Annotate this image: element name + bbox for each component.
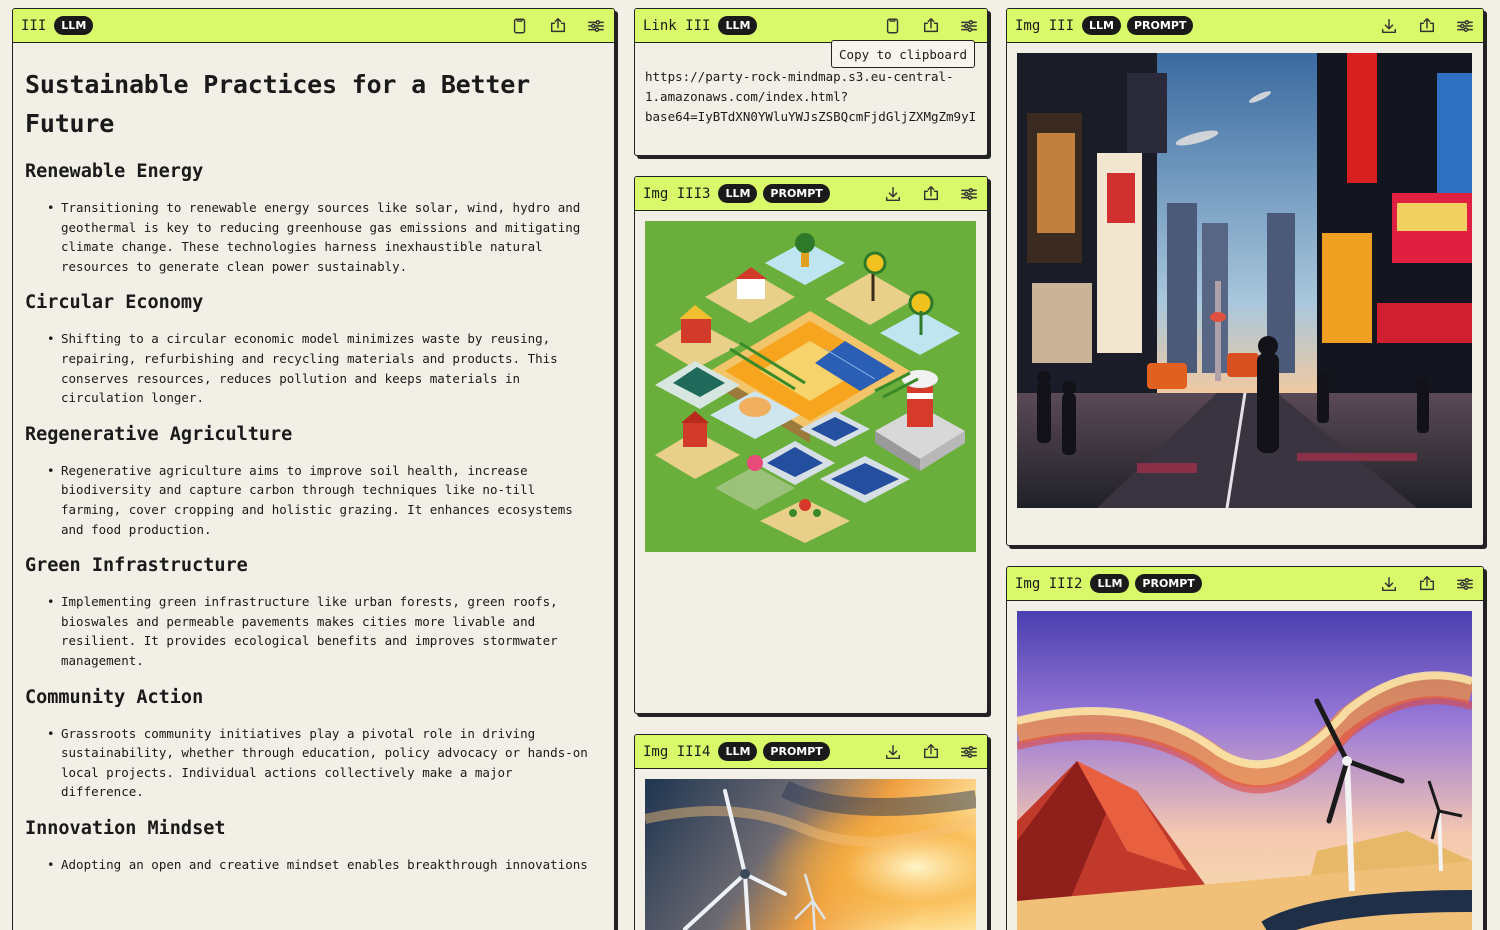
- section-heading: Innovation Mindset: [25, 817, 226, 839]
- list-item: Implementing green infrastructure like u…: [25, 592, 602, 670]
- llm-badge[interactable]: LLM: [1090, 574, 1130, 593]
- wind-turbine-sunset-image: [645, 779, 976, 930]
- section-heading: Renewable Energy: [25, 161, 204, 182]
- text-line: geothermal is key to reducing greenhouse…: [61, 219, 581, 235]
- panel-title: Link III: [643, 17, 711, 34]
- section-heading: Green Infrastructure: [25, 555, 248, 577]
- settings-sliders-icon[interactable]: [959, 16, 979, 36]
- prompt-badge[interactable]: PROMPT: [1135, 574, 1202, 593]
- section-list: Grassroots community initiatives play a …: [25, 724, 602, 802]
- export-icon[interactable]: [921, 742, 941, 762]
- text-line: biodiversity and capture carbon through …: [61, 482, 536, 498]
- prompt-badge[interactable]: PROMPT: [763, 742, 830, 761]
- section-heading: Regenerative Agriculture: [25, 423, 293, 445]
- text-line: management.: [61, 652, 144, 668]
- section-list: Shifting to a circular economic model mi…: [25, 329, 602, 407]
- link-panel: Link III LLM https://party-rock-mindmap.…: [634, 8, 988, 156]
- llm-badge[interactable]: LLM: [1082, 16, 1121, 35]
- text-line: bioswales and permeable pavements makes …: [61, 613, 536, 629]
- panel-header: Img III4 LLM PROMPT: [635, 735, 987, 769]
- section-list: Transitioning to renewable energy source…: [25, 198, 602, 276]
- text-line: Adopting an open and creative mindset en…: [61, 856, 588, 872]
- image-panel-iii3: Img III3 LLM PROMPT: [634, 176, 988, 714]
- llm-badge[interactable]: LLM: [718, 16, 758, 35]
- image-panel-iii4: Img III4 LLM PROMPT: [634, 734, 988, 930]
- link-line: https://party-rock-mindmap.s3.eu-central…: [645, 69, 954, 84]
- text-line: local projects. Individual actions colle…: [61, 764, 513, 780]
- llm-badge[interactable]: LLM: [718, 184, 758, 203]
- settings-sliders-icon[interactable]: [959, 184, 979, 204]
- isometric-sustainability-image: [645, 221, 976, 552]
- prompt-badge[interactable]: PROMPT: [1126, 16, 1194, 35]
- settings-sliders-icon[interactable]: [586, 16, 606, 36]
- section-list: Implementing green infrastructure like u…: [25, 592, 602, 670]
- image-panel-iii: Img III LLM PROMPT: [1006, 8, 1484, 546]
- text-line: difference.: [61, 784, 144, 800]
- text-line: Regenerative agriculture aims to improve…: [61, 462, 528, 478]
- section-heading: Community Action: [25, 686, 204, 708]
- panel-header: Link III LLM: [635, 9, 987, 43]
- panel-title: III: [21, 17, 47, 34]
- download-icon[interactable]: [1379, 16, 1399, 36]
- text-line: Grassroots community initiatives play a …: [61, 725, 536, 741]
- export-icon[interactable]: [921, 16, 941, 36]
- link-line: base64=IyBTdXN0YWluYWJsZSBQcmFjdGljZXMgZ…: [645, 109, 977, 124]
- settings-sliders-icon[interactable]: [1455, 16, 1475, 36]
- panel-title: Img III3: [643, 185, 711, 202]
- panel-header: III LLM: [13, 9, 614, 43]
- futuristic-city-image: [1017, 53, 1472, 508]
- text-line: sustainability, whether through educatio…: [61, 745, 588, 761]
- panel-header: Img III3 LLM PROMPT: [635, 177, 987, 211]
- text-line: farming, cover cropping and holistic gra…: [61, 501, 573, 517]
- text-output-panel: III LLM Sustainable Practices for a Bett…: [12, 8, 615, 930]
- list-item: Transitioning to renewable energy source…: [25, 198, 602, 276]
- copy-icon[interactable]: [883, 16, 903, 36]
- panel-title: Img III4: [643, 743, 711, 760]
- export-icon[interactable]: [921, 184, 941, 204]
- copy-icon[interactable]: [510, 16, 530, 36]
- text-line: Transitioning to renewable energy source…: [61, 200, 581, 215]
- download-icon[interactable]: [1379, 574, 1399, 594]
- text-line: Shifting to a circular economic model mi…: [61, 331, 551, 347]
- list-item: Shifting to a circular economic model mi…: [25, 329, 602, 407]
- text-line: Implementing green infrastructure like u…: [61, 594, 558, 610]
- section-list: Regenerative agriculture aims to improve…: [25, 461, 602, 539]
- panel-title: Img III2: [1015, 575, 1083, 592]
- panel-title: Img III: [1015, 17, 1075, 34]
- text-line: climate change. These technologies harne…: [61, 239, 543, 255]
- download-icon[interactable]: [883, 184, 903, 204]
- export-icon[interactable]: [548, 16, 568, 36]
- document-heading: Sustainable Practices for a Better Futur…: [25, 70, 530, 138]
- copy-tooltip: Copy to clipboard: [831, 40, 975, 68]
- link-line: 1.amazonaws.com/index.html?: [645, 89, 849, 104]
- wind-turbine-landscape-image: [1017, 611, 1472, 930]
- settings-sliders-icon[interactable]: [1455, 574, 1475, 594]
- settings-sliders-icon[interactable]: [959, 742, 979, 762]
- list-item: Regenerative agriculture aims to improve…: [25, 461, 602, 539]
- text-line: repairing, refurbishing and recycling ma…: [61, 350, 558, 366]
- section-list: Adopting an open and creative mindset en…: [25, 855, 602, 875]
- export-icon[interactable]: [1417, 574, 1437, 594]
- panel-header: Img III LLM PROMPT: [1007, 9, 1483, 43]
- llm-badge[interactable]: LLM: [718, 742, 758, 761]
- text-line: resources to generate clean power sustai…: [61, 258, 408, 274]
- llm-badge[interactable]: LLM: [54, 16, 94, 35]
- download-icon[interactable]: [883, 742, 903, 762]
- list-item: Adopting an open and creative mindset en…: [25, 855, 602, 875]
- section-heading: Circular Economy: [25, 292, 204, 314]
- prompt-badge[interactable]: PROMPT: [763, 184, 830, 203]
- image-panel-iii2: Img III2 LLM PROMPT: [1006, 566, 1484, 930]
- text-line: and food production.: [61, 521, 212, 537]
- text-line: circulation longer.: [61, 390, 204, 406]
- export-icon[interactable]: [1417, 16, 1437, 36]
- text-output-body: Sustainable Practices for a Better Futur…: [13, 43, 614, 874]
- text-line: resilient. It provides ecological benefi…: [61, 633, 558, 649]
- list-item: Grassroots community initiatives play a …: [25, 724, 602, 802]
- text-line: conserves resources, reduces pollution a…: [61, 370, 521, 386]
- panel-header: Img III2 LLM PROMPT: [1007, 567, 1483, 601]
